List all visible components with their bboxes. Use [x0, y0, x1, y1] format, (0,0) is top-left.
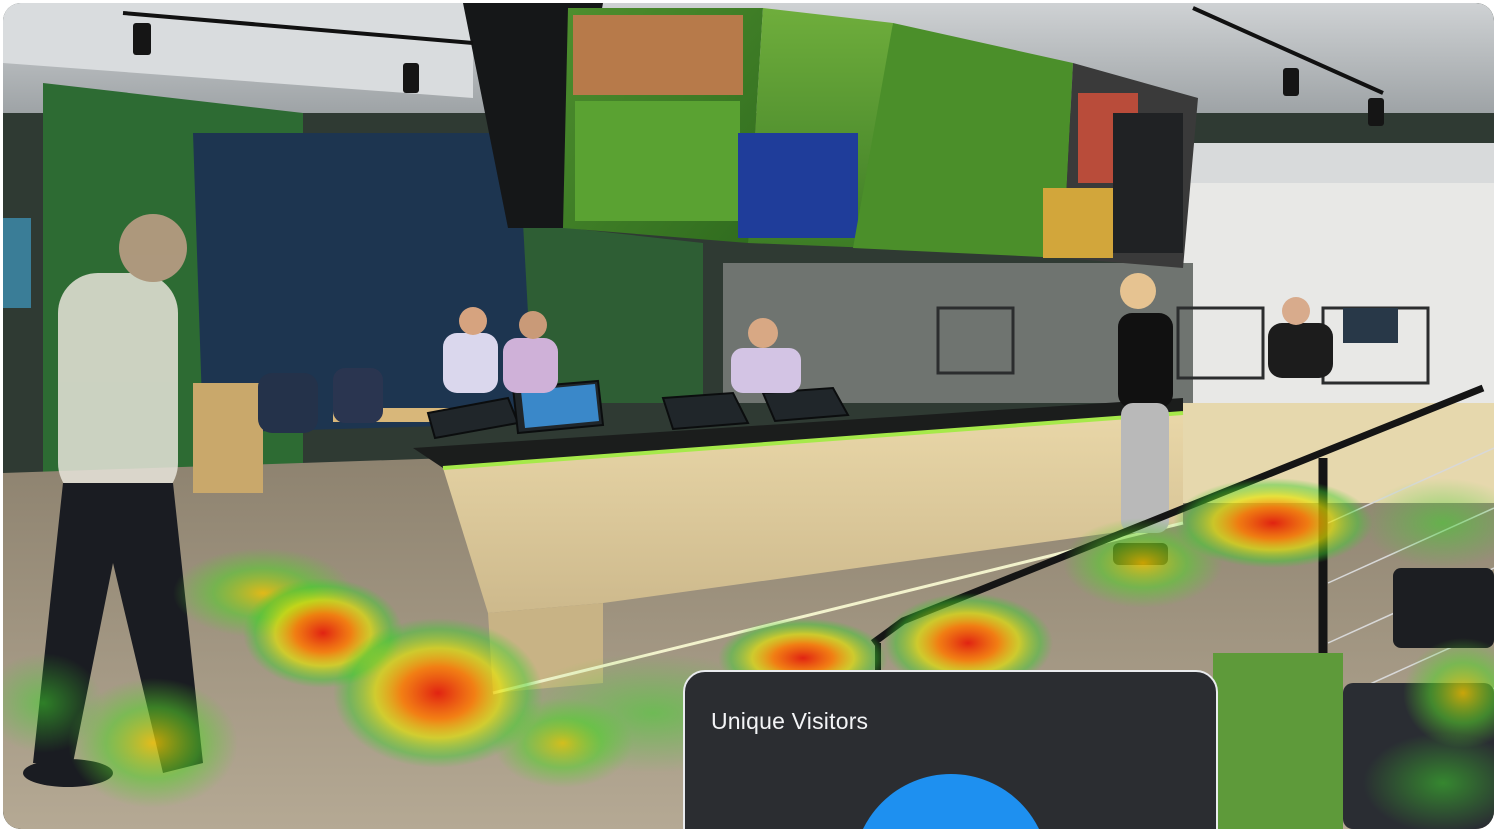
- visitors-gauge: [863, 774, 1039, 829]
- gauge-arc: [863, 774, 1039, 829]
- unique-visitors-card[interactable]: Unique Visitors: [683, 670, 1218, 829]
- photo-frame: Unique Visitors: [3, 3, 1494, 829]
